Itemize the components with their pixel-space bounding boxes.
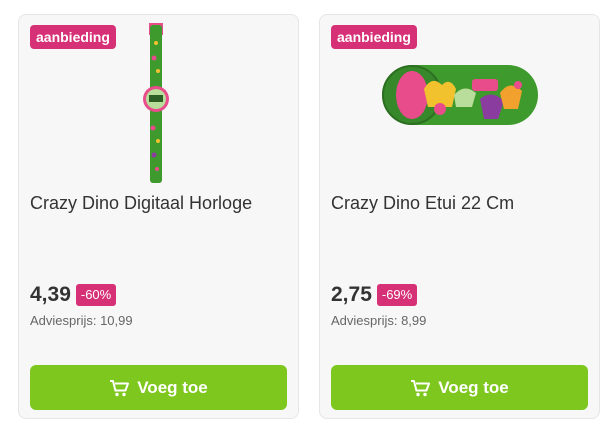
pencil-case-image — [382, 65, 538, 125]
add-to-cart-button[interactable]: Voeg toe — [331, 365, 588, 410]
product-title[interactable]: Crazy Dino Digitaal Horloge — [30, 191, 288, 215]
discount-badge: -60% — [75, 284, 117, 306]
price: 4,39 — [30, 283, 71, 306]
cart-icon — [411, 379, 431, 396]
price-row: 2,75 -69% — [331, 283, 418, 307]
product-card[interactable]: aanbieding Crazy Dino Digitaal Horloge 4… — [18, 14, 299, 419]
advised-price: Adviesprijs: 8,99 — [331, 313, 427, 328]
watch-image — [143, 23, 169, 183]
add-to-cart-label: Voeg toe — [438, 377, 509, 397]
advised-price: Adviesprijs: 10,99 — [30, 313, 133, 328]
add-to-cart-button[interactable]: Voeg toe — [30, 365, 287, 410]
product-image[interactable] — [97, 23, 237, 183]
product-card[interactable]: aanbieding Crazy Dino Etui 22 Cm 2,75 -6… — [319, 14, 600, 419]
add-to-cart-label: Voeg toe — [137, 377, 208, 397]
product-image[interactable] — [380, 23, 540, 183]
product-title[interactable]: Crazy Dino Etui 22 Cm — [331, 191, 589, 215]
discount-badge: -69% — [376, 284, 418, 306]
price: 2,75 — [331, 283, 372, 306]
cart-icon — [110, 379, 130, 396]
price-row: 4,39 -60% — [30, 283, 117, 307]
